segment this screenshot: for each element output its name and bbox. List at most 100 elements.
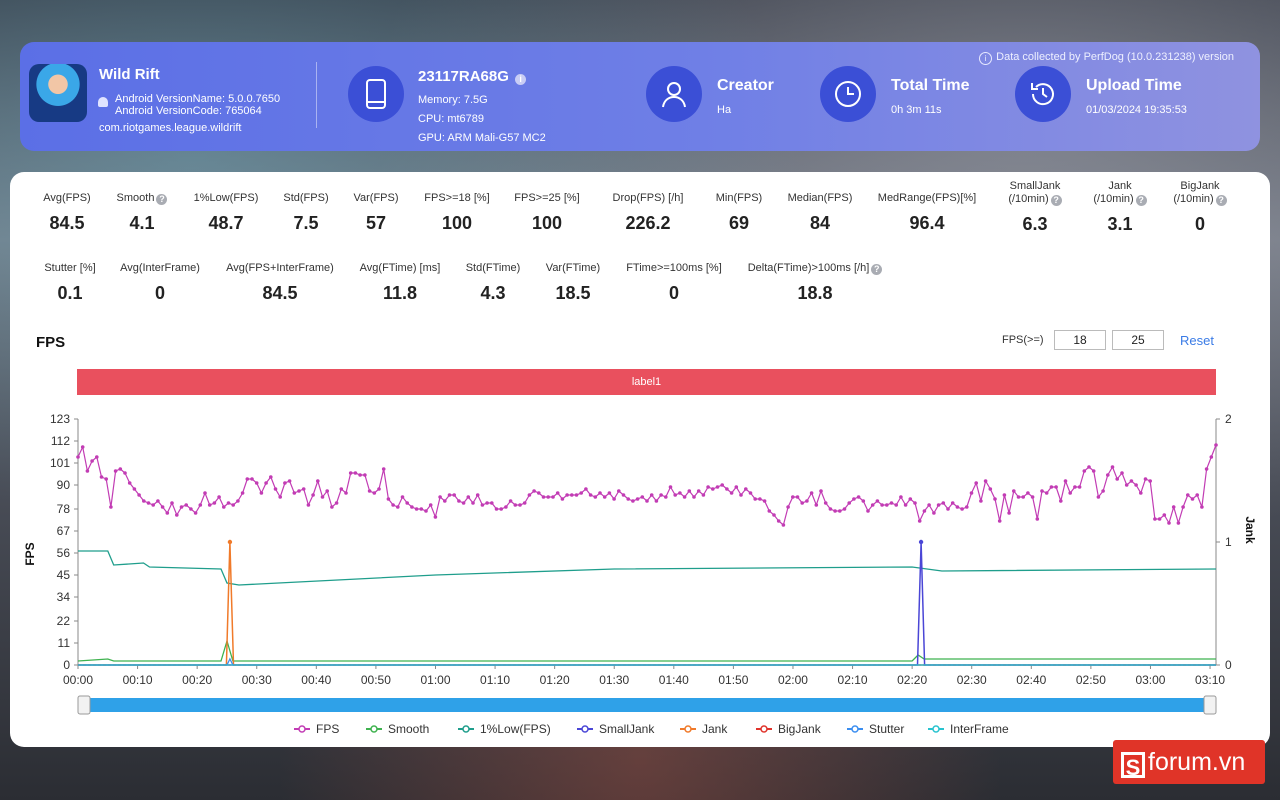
x-tick-label: 01:20 [540,673,570,687]
fps-point [532,489,536,493]
fps-point [466,495,471,499]
fps-point [504,505,508,509]
fps-point [1063,479,1068,483]
legend-marker[interactable] [581,725,589,733]
fps-point [983,479,988,483]
legend-label[interactable]: Stutter [869,722,904,736]
fps-point [1139,491,1143,495]
fps-point [866,509,870,513]
fps-point [997,519,1002,523]
fps-point [1007,511,1011,515]
fps-point [673,493,677,497]
fps-point [527,493,532,497]
threshold-input-1[interactable] [1054,330,1106,350]
fps-point [819,489,823,493]
fps-point [682,495,687,499]
fps-point [283,481,287,485]
legend-marker[interactable] [851,725,859,733]
legend-label[interactable]: FPS [316,722,339,736]
fps-point [960,507,964,511]
fps-point [941,501,946,505]
fps-point [471,501,475,505]
fps-point [1148,479,1152,483]
fps-point [428,503,433,507]
fps-point [861,499,866,503]
upload-time-value: 01/03/2024 19:35:53 [1086,104,1187,116]
legend-label[interactable]: Smooth [388,722,429,736]
help-icon[interactable]: ? [871,264,883,275]
fps-point [678,491,682,495]
fps-point [212,501,217,505]
fps-point [593,495,598,499]
fps-point [400,495,405,499]
stat-label: BigJank (/10min)? [1130,180,1270,206]
x-tick-label: 01:50 [718,673,748,687]
x-tick-label: 01:30 [599,673,629,687]
fps-point [1143,477,1148,481]
x-tick-label: 01:00 [420,673,450,687]
fps-point [443,499,447,503]
fps-point [1157,517,1162,521]
legend-marker[interactable] [462,725,470,733]
fps-point [852,497,856,501]
fps-point [729,491,734,495]
help-icon[interactable]: ? [1215,195,1227,206]
fps-point [193,511,198,515]
fps-point [175,513,179,517]
threshold-input-2[interactable] [1112,330,1164,350]
fps-point [405,501,410,505]
fps-point [1186,493,1190,497]
legend-label[interactable]: 1%Low(FPS) [480,722,551,736]
legend-marker[interactable] [932,725,940,733]
fps-point [753,497,757,501]
fps-point [170,501,174,505]
fps-point [635,497,640,501]
label-bar[interactable]: label1 [77,369,1216,395]
legend-label[interactable]: BigJank [778,722,822,736]
fps-point [913,501,917,505]
fps-point [1030,495,1035,499]
legend-marker[interactable] [760,725,768,733]
fps-point [396,505,400,509]
legend-label[interactable]: Jank [702,722,728,736]
fps-point [894,503,898,507]
legend-label[interactable]: InterFrame [950,722,1009,736]
legend-marker[interactable] [298,725,306,733]
reset-button[interactable]: Reset [1180,333,1214,348]
fps-point [706,485,710,489]
fps-point [447,493,452,497]
fps-point [1190,497,1195,501]
y-tick-label: 45 [57,568,71,582]
fps-point [104,477,108,481]
device-gpu: GPU: ARM Mali-G57 MC2 [418,132,546,144]
fps-point [513,503,518,507]
fps-point [391,503,395,507]
legend-label[interactable]: SmallJank [599,722,655,736]
history-icon [1015,66,1071,122]
fps-point [1087,465,1091,469]
fps-point [316,479,320,483]
fps-point [490,501,494,505]
series-line-stutter [78,657,1216,666]
fps-point [160,505,165,509]
legend-marker[interactable] [684,725,692,733]
x-tick-label: 00:10 [123,673,153,687]
fps-point [659,493,663,497]
fps-point [245,477,250,481]
creator-label: Creator [717,77,774,94]
fps-point [560,497,565,501]
fps-point [499,507,504,511]
stat-label: FTime>=100ms [%] [626,262,722,274]
fps-point [109,505,113,509]
y-tick-label: 123 [50,412,70,426]
fps-point [452,493,457,497]
fps-point [99,475,104,479]
legend-marker[interactable] [370,725,378,733]
fps-point [179,505,184,509]
y-tick-label: 22 [57,614,71,628]
series-line-smalljank [78,541,1216,666]
fps-point [664,495,668,499]
info-icon[interactable]: i [515,74,527,85]
fps-point [955,505,960,509]
fps-point [189,507,193,511]
